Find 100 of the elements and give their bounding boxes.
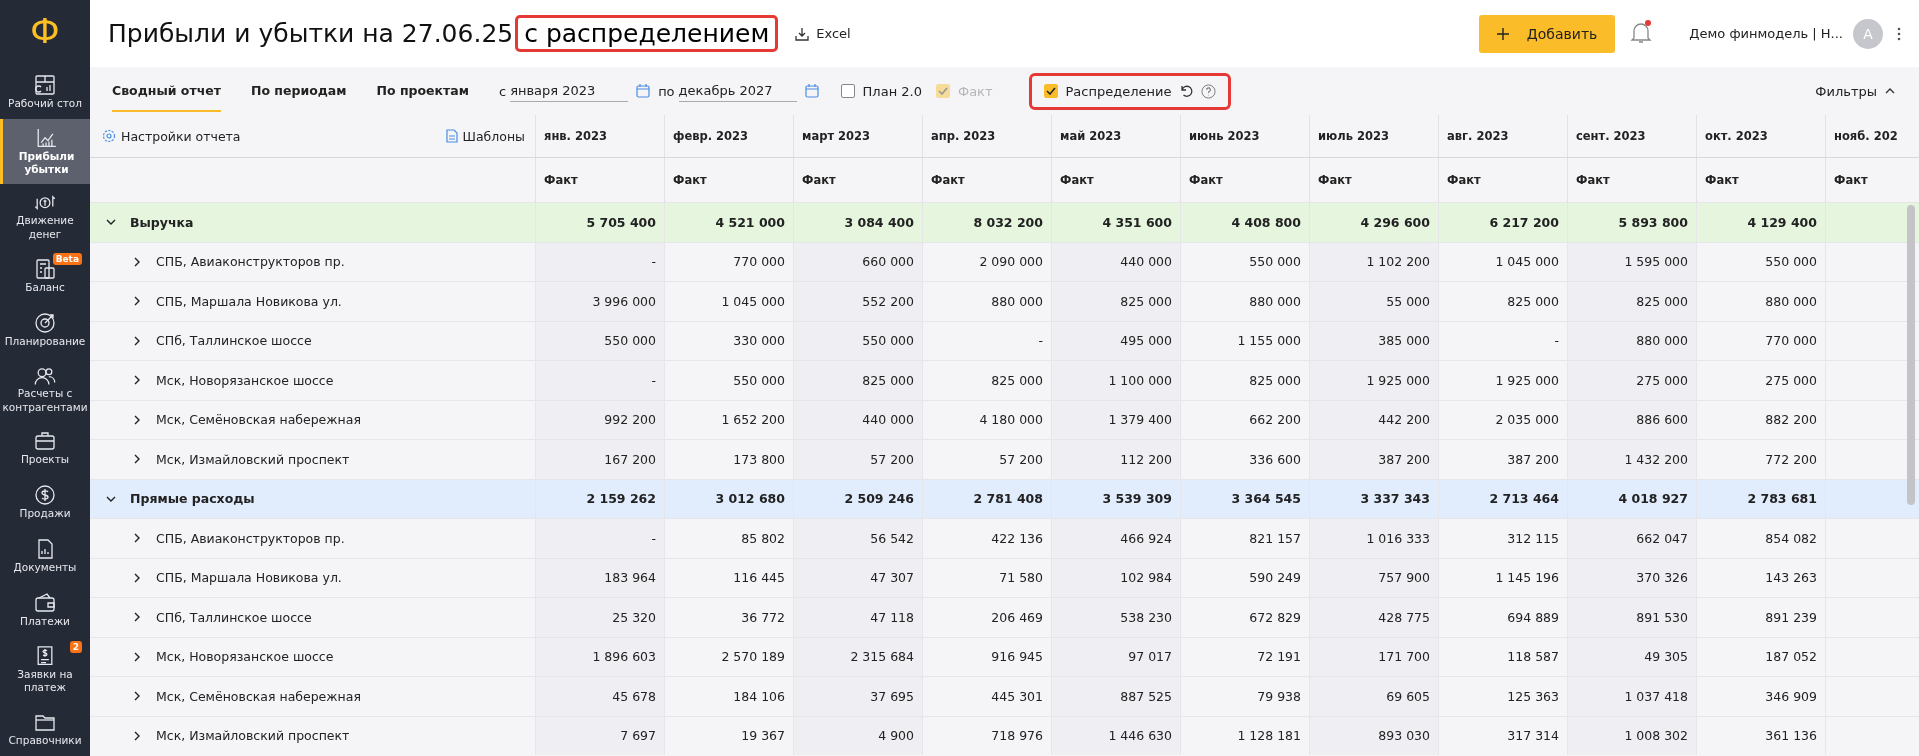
help-icon[interactable] — [1201, 83, 1217, 99]
table-cell: 1 595 000 — [1567, 242, 1696, 281]
group-name: Прямые расходы — [130, 491, 255, 507]
chevron-right-icon[interactable] — [132, 256, 142, 267]
table-cell: 183 964 — [535, 558, 664, 597]
column-header: янв. 2023 — [535, 115, 664, 157]
table-cell: 1 008 302 — [1567, 716, 1696, 755]
table-cell: 891 530 — [1567, 598, 1696, 637]
sidebar-item[interactable]: Платежи — [0, 583, 90, 638]
table-cell: 47 118 — [793, 598, 922, 637]
sidebar-item[interactable]: Документы — [0, 529, 90, 584]
table-cell: 552 200 — [793, 282, 922, 321]
sidebar-item-label: Платежи — [20, 615, 70, 630]
sidebar-item[interactable]: Проекты — [0, 421, 90, 476]
sidebar-item[interactable]: Расчеты с контрагентами — [0, 356, 90, 422]
table-cell: 4 129 400 — [1696, 203, 1825, 242]
row-name: Мск, Семёновская набережная — [156, 688, 361, 704]
table-cell: 171 700 — [1309, 637, 1438, 676]
excel-export-button[interactable]: Excel — [788, 24, 857, 43]
sidebar-item-label: Документы — [13, 561, 77, 576]
logo[interactable]: Ф — [0, 0, 90, 66]
sidebar-item-label: Планирование — [4, 334, 86, 349]
templates-link[interactable]: Шаблоны — [445, 128, 525, 144]
table-cell: 143 263 — [1696, 558, 1825, 597]
table-cell: 25 320 — [535, 598, 664, 637]
sidebar-item[interactable]: 2 Заявки на платеж — [0, 637, 90, 702]
dollar-icon — [33, 483, 57, 508]
checkbox-label: Факт — [957, 83, 993, 99]
table-cell: 8 032 200 — [922, 203, 1051, 242]
table-cell: 440 000 — [1051, 242, 1180, 281]
report-tab[interactable]: Сводный отчет — [112, 70, 221, 112]
chevron-right-icon[interactable] — [132, 572, 142, 583]
table-cell: 466 924 — [1051, 519, 1180, 558]
checkbox-label: Распределение — [1065, 83, 1172, 99]
filters-button[interactable]: Фильтры — [1809, 82, 1901, 100]
table-cell: 1 037 418 — [1567, 677, 1696, 716]
table-cell: 5 705 400 — [535, 203, 664, 242]
table-cell: 4 296 600 — [1309, 203, 1438, 242]
table-cell: 882 200 — [1696, 400, 1825, 439]
column-header: сент. 2023 — [1567, 115, 1696, 157]
chevron-right-icon[interactable] — [132, 454, 142, 465]
chevron-right-icon[interactable] — [132, 335, 142, 346]
sidebar-item[interactable]: Рабочий стол — [0, 65, 90, 120]
table-cell: 167 200 — [535, 440, 664, 479]
table-cell: 2 713 464 — [1438, 479, 1567, 518]
download-icon — [794, 25, 811, 42]
report-tab[interactable]: По периодам — [250, 70, 347, 112]
date-from-field[interactable]: января 2023 — [510, 80, 629, 102]
table-cell: 440 000 — [793, 400, 922, 439]
table-cell: 4 351 600 — [1051, 203, 1180, 242]
sidebar-item-label: Рабочий стол — [8, 97, 82, 112]
chevron-right-icon[interactable] — [132, 533, 142, 544]
chevron-right-icon[interactable] — [132, 691, 142, 702]
table-cell: 1 379 400 — [1051, 400, 1180, 439]
chevron-right-icon[interactable] — [132, 612, 142, 623]
sidebar-item[interactable]: Справочники — [0, 702, 90, 756]
report-tab[interactable]: По проектам — [376, 70, 469, 112]
chevron-right-icon[interactable] — [132, 651, 142, 662]
table-cell: 387 200 — [1309, 440, 1438, 479]
table-cell: 97 017 — [1051, 637, 1180, 676]
sidebar-item-label: Баланс — [25, 280, 65, 295]
table-cell: 37 695 — [793, 677, 922, 716]
chevron-right-icon[interactable] — [132, 414, 142, 425]
sidebar-item[interactable]: Прибыли убытки — [0, 119, 90, 184]
sidebar-item[interactable]: Beta Баланс — [0, 248, 90, 303]
checkbox[interactable] — [1043, 84, 1058, 98]
chevron-right-icon[interactable] — [132, 730, 142, 741]
sidebar-item-label: Прибыли убытки — [17, 149, 76, 177]
checkbox[interactable] — [840, 84, 855, 98]
more-icon[interactable] — [1897, 26, 1901, 41]
column-header: май 2023 — [1051, 115, 1180, 157]
table-cell: 4 900 — [793, 716, 922, 755]
column-header: июль 2023 — [1309, 115, 1438, 157]
checkbox-label: План 2.0 — [862, 83, 922, 99]
table-cell: 887 525 — [1051, 677, 1180, 716]
undo-icon[interactable] — [1179, 84, 1194, 98]
row-name: Мск, Новорязанское шоссе — [156, 649, 334, 665]
document-icon — [445, 129, 458, 143]
table-cell: 4 018 927 — [1567, 479, 1696, 518]
table-cell: 47 307 — [793, 558, 922, 597]
row-name: СПБ, Авиаконструкторов пр. — [156, 530, 345, 546]
account-name[interactable]: Демо финмодель | Н... — [1689, 26, 1843, 41]
table-cell: 3 337 343 — [1309, 479, 1438, 518]
table-cell: 1 016 333 — [1309, 519, 1438, 558]
chevron-right-icon[interactable] — [132, 296, 142, 307]
table-cell: 57 200 — [793, 440, 922, 479]
table-cell: 992 200 — [535, 400, 664, 439]
add-button[interactable]: Добавить — [1478, 14, 1616, 53]
scrollbar[interactable] — [1907, 205, 1915, 505]
sidebar-item[interactable]: Движение денег — [0, 183, 90, 249]
report-settings-link[interactable]: Настройки отчета — [102, 128, 241, 144]
table-cell: - — [535, 242, 664, 281]
table-cell: 3 996 000 — [535, 282, 664, 321]
sidebar-item[interactable]: Продажи — [0, 475, 90, 530]
date-to-field[interactable]: декабрь 2027 — [678, 80, 797, 102]
date-from-label: с — [498, 83, 507, 99]
sidebar-item[interactable]: Планирование — [0, 302, 90, 357]
chevron-right-icon[interactable] — [132, 375, 142, 386]
badge: 2 — [69, 641, 82, 654]
table-cell: 1 102 200 — [1309, 242, 1438, 281]
